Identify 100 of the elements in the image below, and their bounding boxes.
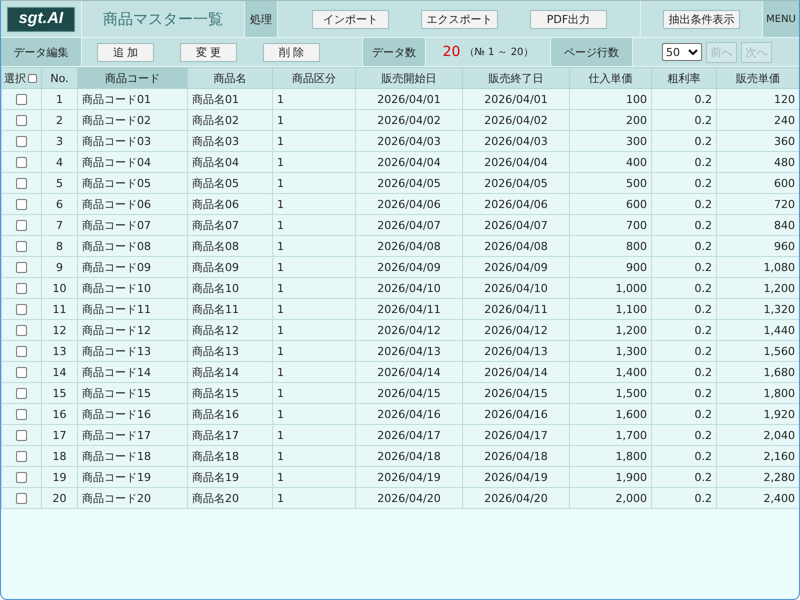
table-cell: 2026/04/01 <box>462 88 570 110</box>
table-cell: 商品コード10 <box>78 278 188 298</box>
table-cell: 商品コード14 <box>78 362 188 382</box>
table-cell: 商品コード07 <box>78 214 188 236</box>
table-cell: 2026/04/08 <box>356 236 462 256</box>
table-cell: 商品コード20 <box>78 488 188 508</box>
table-cell: 720 <box>716 194 799 214</box>
table-cell: 2,280 <box>716 466 799 488</box>
table-cell: 1 <box>272 236 356 256</box>
row-checkbox[interactable] <box>16 136 27 147</box>
column-header[interactable]: 粗利率 <box>652 68 716 88</box>
row-checkbox[interactable] <box>16 430 27 441</box>
menu-button[interactable]: MENU <box>763 1 799 37</box>
row-checkbox[interactable] <box>16 282 27 294</box>
table-cell: 商品コード09 <box>78 256 188 278</box>
edit-button[interactable]: 追 加 <box>97 42 154 62</box>
row-checkbox[interactable] <box>16 220 27 231</box>
field-label: ページ行数 <box>551 38 633 66</box>
table-cell: 0.2 <box>652 152 716 172</box>
table-cell: 商品コード17 <box>78 424 188 446</box>
column-header[interactable]: 販売開始日 <box>356 68 462 88</box>
table-cell: 1,500 <box>570 382 652 404</box>
column-header[interactable]: 販売終了日 <box>462 68 570 88</box>
column-header[interactable]: 商品名 <box>188 68 272 88</box>
table-cell: 2026/04/08 <box>462 236 570 256</box>
table-cell: 2026/04/20 <box>462 488 570 508</box>
row-checkbox[interactable] <box>16 178 27 189</box>
table-cell: 0.2 <box>652 236 716 256</box>
section-label: 処理 <box>245 1 278 37</box>
row-checkbox[interactable] <box>16 114 27 126</box>
table-cell: 0.2 <box>652 404 716 424</box>
table-cell: 1 <box>272 446 356 466</box>
table-cell: 18 <box>42 446 78 466</box>
row-checkbox[interactable] <box>16 408 27 420</box>
action-button[interactable]: PDF出力 <box>530 10 607 28</box>
table-cell: 1 <box>42 88 78 110</box>
table-cell: 6 <box>42 194 78 214</box>
column-header[interactable]: 商品コード <box>78 68 188 88</box>
table-cell: 2026/04/09 <box>356 256 462 278</box>
section-label: データ編集 <box>1 38 82 66</box>
page-title: 商品マスター一覧 <box>103 10 223 28</box>
column-header[interactable]: 販売単価 <box>716 68 799 88</box>
action-button[interactable]: インポート <box>312 10 389 28</box>
action-button[interactable]: エクスポート <box>421 10 498 28</box>
table-cell: 1,800 <box>716 382 799 404</box>
row-checkbox[interactable] <box>16 472 27 483</box>
table-cell: 600 <box>716 172 799 194</box>
page-rows-select[interactable]: 50 <box>662 43 702 61</box>
table-cell: 2026/04/13 <box>356 340 462 362</box>
table-cell: 商品コード04 <box>78 152 188 172</box>
edit-button[interactable]: 変 更 <box>180 42 237 62</box>
table-cell: 商品名04 <box>188 152 272 172</box>
table-cell: 1 <box>272 256 356 278</box>
table-cell: 1 <box>272 362 356 382</box>
table-cell: 商品名19 <box>188 466 272 488</box>
filter-button[interactable]: 抽出条件表示 <box>663 10 740 28</box>
edit-button[interactable]: 削 除 <box>263 42 320 62</box>
column-header[interactable]: No. <box>42 68 78 88</box>
table-cell: 商品名01 <box>188 88 272 110</box>
table-cell: 1,680 <box>716 362 799 382</box>
table-cell: 商品コード05 <box>78 172 188 194</box>
table-cell: 商品名15 <box>188 382 272 404</box>
column-header[interactable]: 商品区分 <box>272 68 356 88</box>
row-checkbox[interactable] <box>16 304 27 315</box>
table-cell: 商品コード13 <box>78 340 188 362</box>
row-checkbox[interactable] <box>16 156 27 168</box>
table-cell: 2026/04/13 <box>462 340 570 362</box>
table-cell: 1 <box>272 424 356 446</box>
table-cell: 1,080 <box>716 256 799 278</box>
table-cell: 2026/04/17 <box>462 424 570 446</box>
table-cell: 1,800 <box>570 446 652 466</box>
table-cell: 10 <box>42 278 78 298</box>
record-range: （№ 1 ～ 20） <box>464 46 534 59</box>
table-cell: 商品コード01 <box>78 88 188 110</box>
table-cell: 14 <box>42 362 78 382</box>
row-checkbox[interactable] <box>16 240 27 252</box>
table-cell: 2026/04/10 <box>462 278 570 298</box>
column-header[interactable]: 仕入単価 <box>570 68 652 88</box>
table-cell: 120 <box>716 88 799 110</box>
row-checkbox[interactable] <box>16 262 27 273</box>
table-cell: 1 <box>272 110 356 130</box>
row-checkbox[interactable] <box>16 94 27 105</box>
table-cell: 0.2 <box>652 362 716 382</box>
table-cell: 商品名10 <box>188 278 272 298</box>
row-checkbox[interactable] <box>16 366 27 378</box>
select-all-checkbox[interactable] <box>28 74 37 82</box>
table-cell: 商品名11 <box>188 298 272 320</box>
row-checkbox[interactable] <box>16 346 27 357</box>
table-cell: 15 <box>42 382 78 404</box>
table-cell: 2026/04/12 <box>462 320 570 340</box>
table-cell: 2026/04/02 <box>462 110 570 130</box>
row-checkbox[interactable] <box>16 388 27 399</box>
table-cell: 1 <box>272 404 356 424</box>
row-checkbox[interactable] <box>16 492 27 504</box>
table-cell: 0.2 <box>652 214 716 236</box>
table-cell: 500 <box>570 172 652 194</box>
row-checkbox[interactable] <box>16 198 27 210</box>
row-checkbox[interactable] <box>16 450 27 462</box>
row-checkbox[interactable] <box>16 324 27 336</box>
table-cell: 4 <box>42 152 78 172</box>
